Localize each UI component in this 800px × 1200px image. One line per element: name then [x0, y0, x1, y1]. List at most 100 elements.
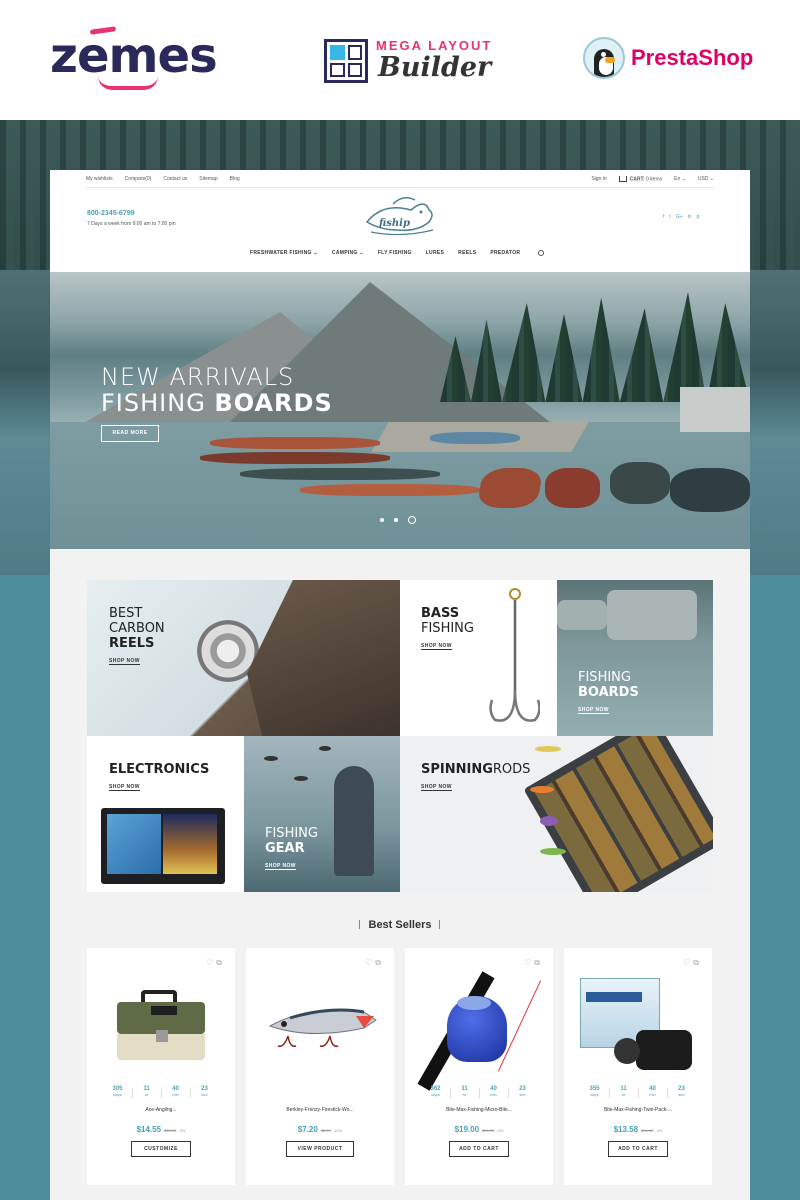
compare-icon[interactable]: ⧉ [693, 958, 702, 967]
shop-now-link[interactable]: SHOP NOW [421, 643, 452, 650]
product-name[interactable]: Berkley-Frenzy-Firestick-Wo... [246, 1107, 394, 1113]
product-name[interactable]: Bite-Max-Fishing-Micro-Bite... [405, 1107, 553, 1113]
compare-icon[interactable]: ⧉ [375, 958, 384, 967]
pinterest-icon[interactable]: p [697, 214, 700, 220]
wishlist-heart-icon[interactable]: ♡ [524, 958, 534, 967]
product-card[interactable]: ♡⧉ 355 days 11 hr 40 min 23 sec Bite-Max-Fis… [564, 948, 712, 1185]
canoe [240, 468, 440, 480]
top-bar-account: Sign in CART: 0 items En ⌄ USD ⌄ [591, 176, 714, 182]
read-more-button[interactable]: READ MORE [101, 425, 159, 442]
twitter-icon[interactable]: t [669, 214, 670, 220]
shop-now-link[interactable]: SHOP NOW [265, 863, 296, 870]
nav-label: FRESHWATER FISHING [250, 250, 312, 256]
slider-dot[interactable] [394, 518, 398, 522]
deal-countdown: 362 days 11 hr 40 min 23 sec [405, 1086, 553, 1098]
title-divider [439, 920, 440, 929]
canoe [300, 484, 480, 496]
tile-title: FISHING BOARDS [578, 670, 639, 700]
fiship-logo[interactable]: fiship [363, 192, 439, 242]
canoe [670, 468, 750, 512]
tile-electronics[interactable]: ELECTRONICS SHOP NOW [87, 736, 244, 892]
product-price: $7.20 $8.00 -10% [246, 1125, 394, 1134]
linkedin-icon[interactable]: in [688, 214, 692, 220]
price-current: $19.00 [454, 1125, 480, 1134]
shop-now-link[interactable]: SHOP NOW [578, 707, 609, 714]
blog-link[interactable]: Blog [230, 176, 240, 182]
view-product-button[interactable]: VIEW PRODUCT [286, 1141, 354, 1157]
slider-dot[interactable] [380, 518, 384, 522]
price-current: $13.58 [613, 1125, 639, 1134]
chevron-down-icon: ⌄ [359, 250, 364, 256]
wishlist-link[interactable]: My wishlists [86, 176, 113, 182]
deal-countdown: 355 days 11 hr 40 min 23 sec [564, 1086, 712, 1098]
cart-icon [618, 176, 627, 182]
search-icon[interactable] [538, 250, 545, 256]
store-header: My wishlists Compare(0) Contact us Sitem… [50, 170, 750, 272]
countdown-label: sec [519, 1092, 526, 1097]
top-bar-links: My wishlists Compare(0) Contact us Sitem… [86, 176, 240, 182]
nav-item-predator[interactable]: PREDATOR [490, 250, 520, 256]
tile-title: FISHING GEAR [265, 826, 318, 856]
nav-item-fly-fishing[interactable]: FLY FISHING [378, 250, 412, 256]
add-to-cart-button[interactable]: ADD TO CART [608, 1141, 668, 1157]
wishlist-heart-icon[interactable]: ♡ [206, 958, 216, 967]
store-preview: My wishlists Compare(0) Contact us Sitem… [50, 170, 750, 1200]
canoe [210, 437, 380, 449]
nav-item-reels[interactable]: REELS [458, 250, 476, 256]
canoe [610, 462, 670, 504]
fish-finder-screen-map [107, 814, 161, 874]
card-actions: ♡⧉ [365, 958, 384, 968]
tile-title-light: FISHING [578, 670, 631, 685]
hero-boathouse [680, 387, 750, 432]
phone-number[interactable]: 800-2345-6799 [87, 210, 135, 217]
customize-button[interactable]: CUSTOMIZE [131, 1141, 191, 1157]
compare-icon[interactable]: ⧉ [216, 958, 225, 967]
shop-now-link[interactable]: SHOP NOW [109, 658, 140, 665]
hero-slider[interactable]: NEW ARRIVALS FISHING BOARDS READ MORE [50, 272, 750, 549]
sitemap-link[interactable]: Sitemap [199, 176, 217, 182]
product-card[interactable]: ♡⧉ 362 days 11 hr 40 min 23 sec Bite-Max-Fis… [405, 948, 553, 1185]
tile-bass-fishing[interactable]: BASS FISHING SHOP NOW [400, 580, 557, 736]
promo-banner: zemes MEGA LAYOUT Builder PrestaShop [0, 0, 800, 120]
signin-link[interactable]: Sign in [591, 176, 606, 182]
add-to-cart-button[interactable]: ADD TO CART [449, 1141, 509, 1157]
wishlist-heart-icon[interactable]: ♡ [683, 958, 693, 967]
tile-fishing-gear[interactable]: FISHING GEAR SHOP NOW [244, 736, 400, 892]
product-name[interactable]: Bite-Max-Fishing-Twin-Pack-... [564, 1107, 712, 1113]
slider-dot-active[interactable] [408, 516, 416, 524]
nav-item-freshwater[interactable]: FRESHWATER FISHING ⌄ [250, 250, 318, 256]
cart-button[interactable]: CART: 0 items [618, 176, 662, 182]
shop-now-link[interactable]: SHOP NOW [421, 784, 452, 791]
tile-title-light: BEST [109, 606, 143, 621]
language-select[interactable]: En ⌄ [674, 176, 686, 182]
tile-fishing-boards[interactable]: FISHING BOARDS SHOP NOW [557, 580, 713, 736]
wishlist-heart-icon[interactable]: ♡ [365, 958, 375, 967]
contact-link[interactable]: Contact us [163, 176, 187, 182]
shop-now-link[interactable]: SHOP NOW [109, 784, 140, 791]
best-sellers-title: Best Sellers [368, 919, 432, 931]
product-name[interactable]: Ace-Angling... [87, 1107, 235, 1113]
facebook-icon[interactable]: f [663, 214, 664, 220]
chevron-down-icon: ⌄ [681, 176, 686, 183]
tile-spinning-rods[interactable]: SPINNINGRODS SHOP NOW [400, 736, 713, 892]
hero-heading-line1: NEW ARRIVALS [101, 363, 295, 391]
logo-text: fiship [378, 218, 410, 229]
price-current: $7.20 [297, 1125, 318, 1134]
price-old: $14.00 [641, 1128, 654, 1133]
tile-title-bold: BASS [421, 606, 460, 621]
language-value: En [674, 176, 681, 183]
compare-link[interactable]: Compare(0) [125, 176, 152, 182]
mega-layout-icon [324, 39, 368, 83]
tile-carbon-reels[interactable]: BEST CARBON REELS SHOP NOW [87, 580, 400, 736]
product-card[interactable]: ♡⧉ 305 days 11 hr 40 min 23 sec Ace-Angling.… [87, 948, 235, 1185]
nav-item-lures[interactable]: LURES [426, 250, 444, 256]
nav-item-camping[interactable]: CAMPING ⌄ [332, 250, 364, 256]
product-card[interactable]: ♡⧉ Berkley-Frenzy-Firestick-Wo... $7.20 $… [246, 948, 394, 1185]
tile-title: BASS FISHING [421, 606, 474, 636]
prestashop-logo-text: PrestaShop [631, 45, 754, 70]
google-plus-icon[interactable]: G+ [676, 214, 683, 220]
tile-title-bold: REELS [109, 636, 155, 651]
compare-icon[interactable]: ⧉ [534, 958, 543, 967]
currency-select[interactable]: USD ⌄ [698, 176, 714, 182]
tile-title: SPINNINGRODS [421, 762, 530, 777]
